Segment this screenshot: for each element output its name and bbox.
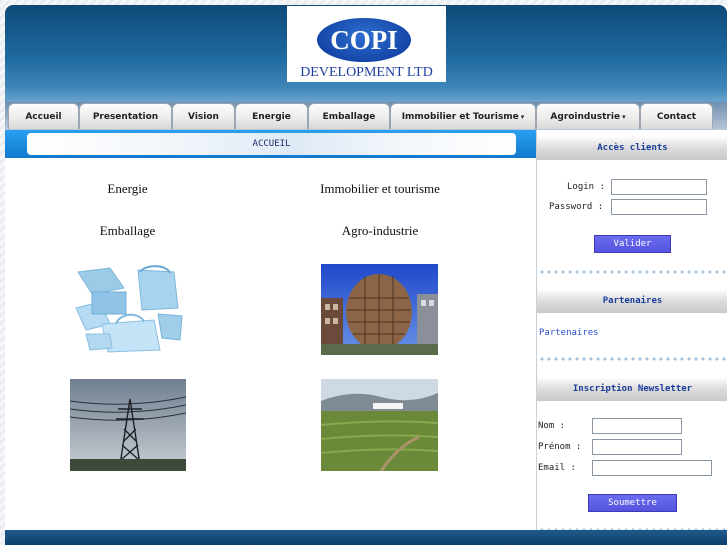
nav-tab-energie[interactable]: Energie — [235, 103, 308, 129]
password-input[interactable] — [611, 199, 707, 215]
nav-tab-vision[interactable]: Vision — [172, 103, 235, 129]
nom-input[interactable] — [592, 418, 682, 434]
soumettre-button[interactable]: Soumettre — [588, 494, 677, 512]
email-input[interactable] — [592, 460, 712, 476]
email-label: Email : — [538, 463, 576, 473]
power-pylon-image[interactable] — [70, 379, 186, 471]
login-input[interactable] — [611, 179, 707, 195]
nav-tab-label: Emballage — [322, 112, 376, 122]
page-title-band: ACCUEIL — [5, 130, 536, 158]
valider-button[interactable]: Valider — [594, 235, 671, 253]
page-title: ACCUEIL — [27, 133, 516, 155]
logo-mark: COPI — [317, 18, 411, 62]
packaging-bags-image[interactable] — [70, 264, 186, 355]
sidebar: Accès clients Login : Password : Valider… — [536, 130, 727, 532]
packaging-bags-illustration — [70, 264, 186, 355]
nav-tab-label: Immobilier et Tourisme — [401, 112, 519, 122]
dropdown-caret-icon: ▾ — [520, 113, 525, 121]
nav-tab-immobilier-tourisme[interactable]: Immobilier et Tourisme ▾ — [390, 103, 536, 129]
login-label: Login : — [567, 182, 605, 192]
nav-tab-label: Energie — [252, 112, 291, 122]
egg-building-image[interactable] — [321, 264, 438, 355]
page: COPI DEVELOPMENT LTD Accueil Presentatio… — [5, 5, 727, 545]
header-banner: COPI DEVELOPMENT LTD — [5, 5, 727, 102]
category-energie[interactable]: Energie — [65, 181, 190, 197]
category-immobilier-tourisme[interactable]: Immobilier et tourisme — [295, 181, 465, 197]
category-emballage[interactable]: Emballage — [65, 223, 190, 239]
partners-link[interactable]: Partenaires — [539, 328, 599, 338]
prenom-input[interactable] — [592, 439, 682, 455]
nav-tab-presentation[interactable]: Presentation — [79, 103, 172, 129]
company-logo[interactable]: COPI DEVELOPMENT LTD — [287, 6, 446, 82]
nom-label: Nom : — [538, 421, 566, 431]
partners-heading: Partenaires — [537, 289, 727, 313]
nav-tab-label: Accueil — [25, 112, 62, 122]
main-content: ACCUEIL Energie Immobilier et tourisme E… — [5, 130, 536, 530]
divider-dots — [540, 270, 726, 274]
newsletter-heading: Inscription Newsletter — [537, 377, 727, 401]
divider-dots — [540, 357, 726, 361]
nav-tab-label: Agroindustrie — [550, 112, 621, 122]
nav-tab-label: Contact — [656, 112, 697, 122]
category-agro-industrie[interactable]: Agro-industrie — [295, 223, 465, 239]
footer-bar — [5, 530, 727, 545]
nav-tab-accueil[interactable]: Accueil — [8, 103, 79, 129]
power-pylon-illustration — [70, 379, 186, 471]
client-access-heading: Accès clients — [537, 136, 727, 160]
nav-tab-agroindustrie[interactable]: Agroindustrie ▾ — [536, 103, 640, 129]
password-label: Password : — [549, 202, 604, 212]
nav-tab-contact[interactable]: Contact — [640, 103, 713, 129]
logo-subtitle: DEVELOPMENT LTD — [300, 65, 433, 80]
nav-tab-label: Vision — [188, 112, 219, 122]
main-navigation: Accueil Presentation Vision Energie Emba… — [5, 102, 727, 130]
agriculture-field-illustration — [321, 379, 438, 471]
agriculture-field-image[interactable] — [321, 379, 438, 471]
dropdown-caret-icon: ▾ — [622, 113, 626, 121]
nav-tab-label: Presentation — [92, 112, 159, 122]
egg-building-illustration — [321, 264, 438, 355]
prenom-label: Prénom : — [538, 442, 582, 452]
nav-tab-emballage[interactable]: Emballage — [308, 103, 390, 129]
